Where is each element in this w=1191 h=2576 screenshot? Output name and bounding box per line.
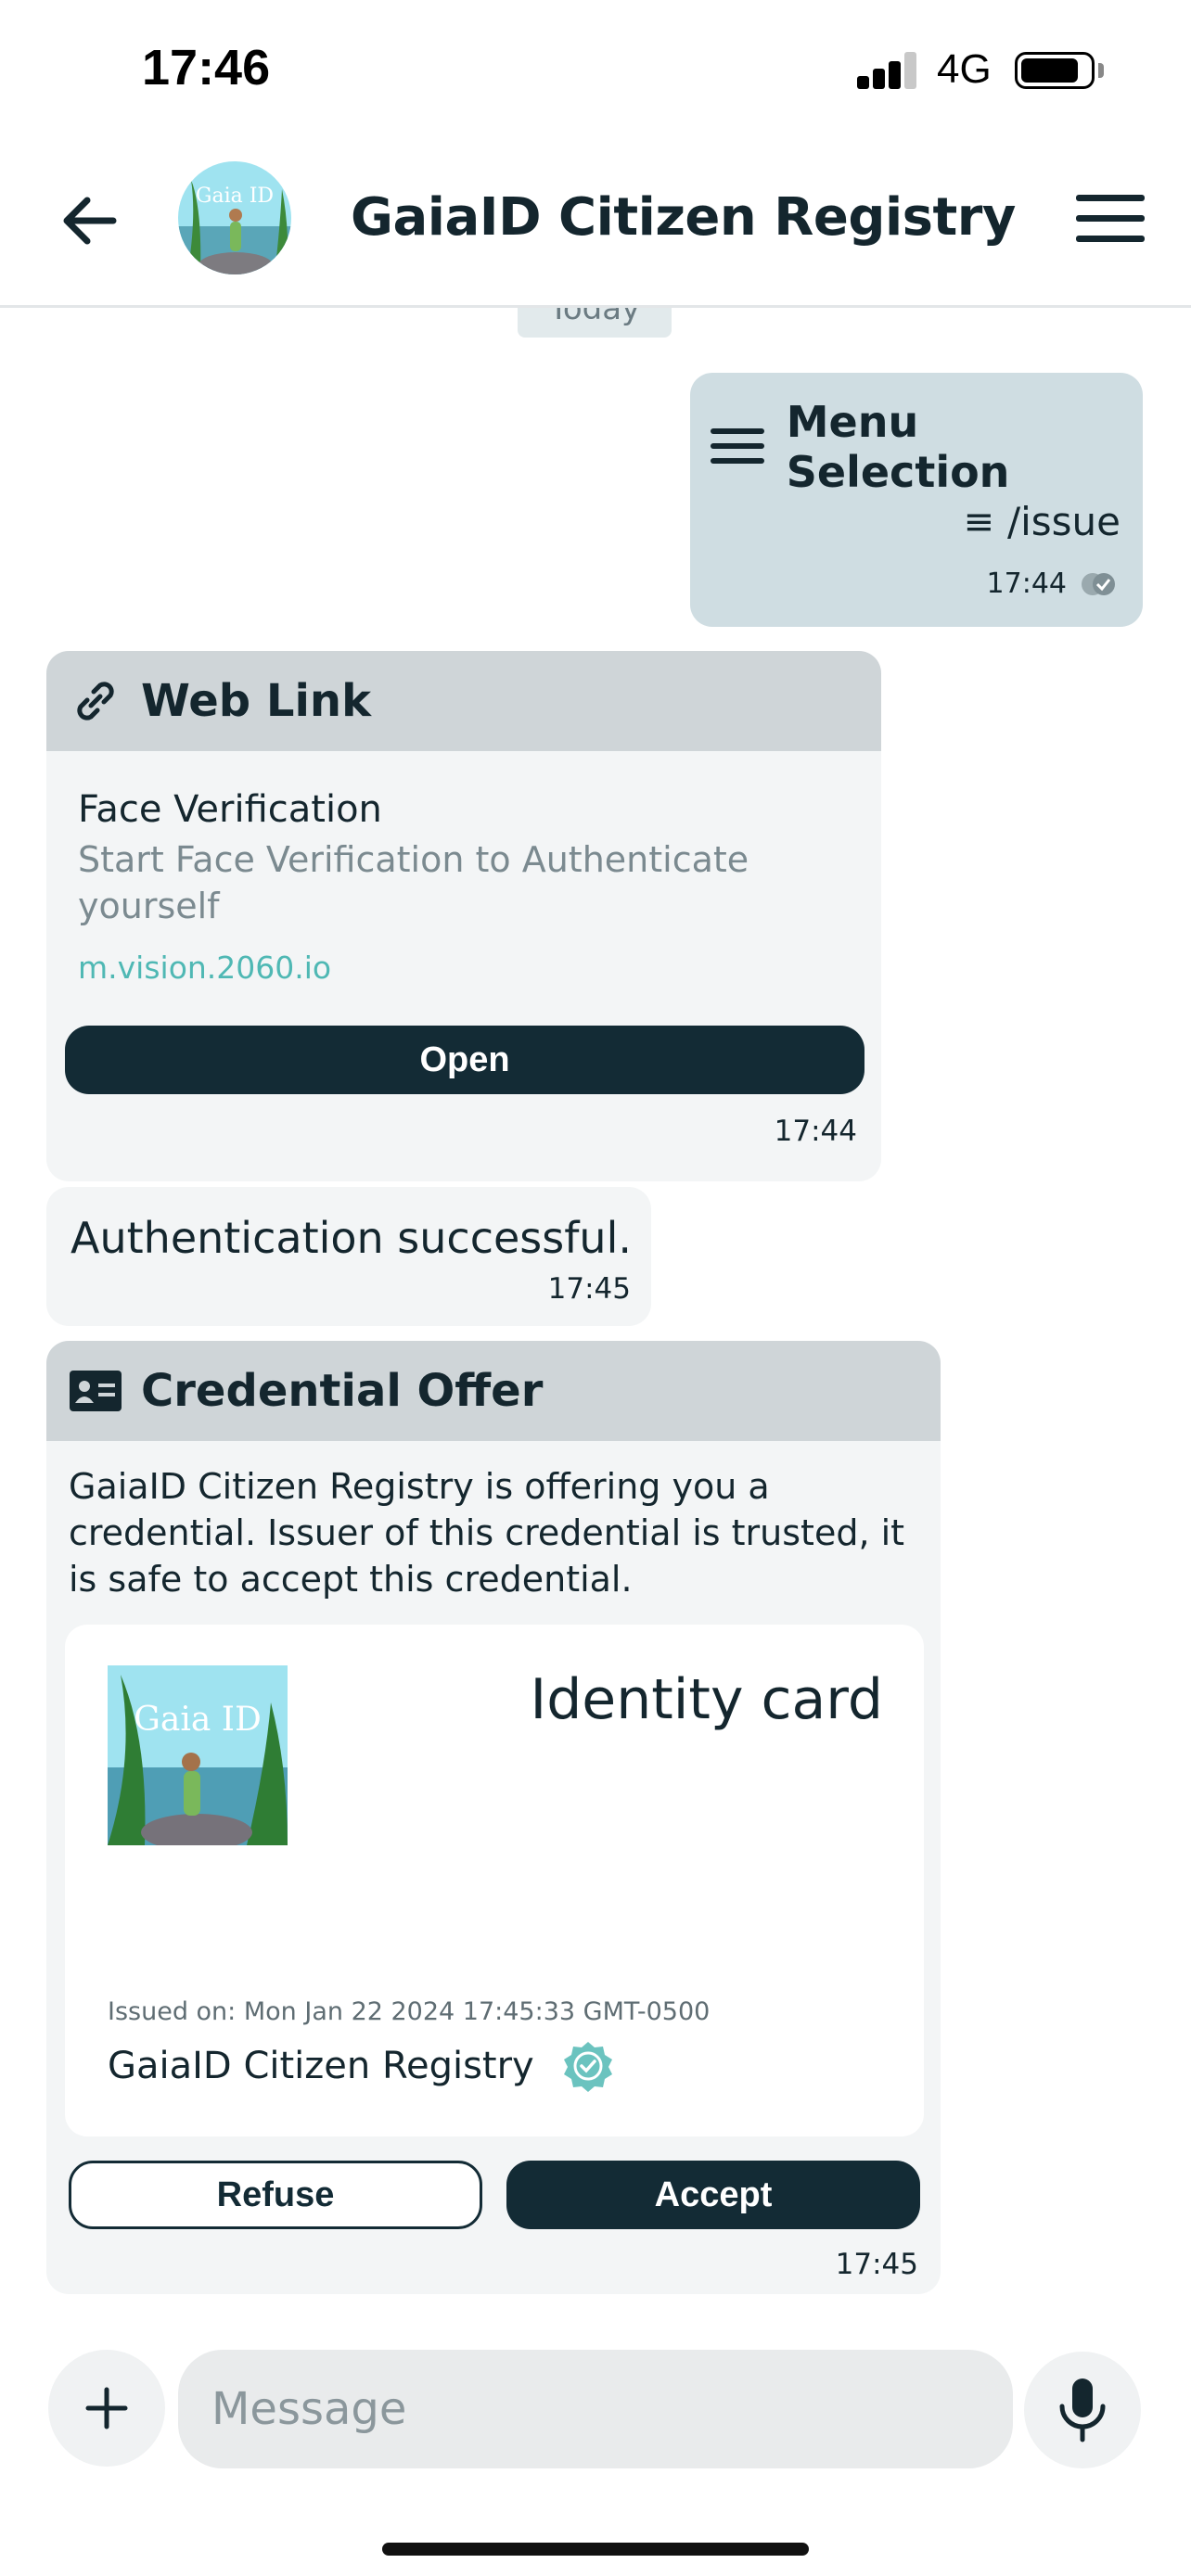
chat-title: GaiaID Citizen Registry: [351, 187, 1016, 248]
battery-cap: [1098, 63, 1104, 78]
menu-icon[interactable]: [1076, 195, 1145, 245]
status-bar: 17:46 4G: [0, 0, 1191, 139]
identity-card-title: Identity card: [530, 1667, 883, 1732]
credential-offer-text: GaiaID Citizen Registry is offering you …: [69, 1466, 905, 1600]
identity-card[interactable]: Gaia ID Identity card Issued on: Mon Jan…: [65, 1625, 924, 2136]
verified-badge-icon: [563, 2042, 612, 2092]
message-text: Authentication successful.: [70, 1213, 632, 1263]
issuer: GaiaID Citizen Registry: [108, 2040, 614, 2092]
text-message[interactable]: Authentication successful. 17:45: [46, 1187, 651, 1326]
credential-offer-header: Credential Offer: [46, 1341, 941, 1441]
accept-button[interactable]: Accept: [506, 2161, 920, 2229]
id-card-icon: [70, 1371, 122, 1411]
battery-icon: [1015, 52, 1095, 89]
menu-selection-title: Menu Selection: [786, 397, 1010, 497]
network-label: 4G: [937, 46, 992, 92]
refuse-button[interactable]: Refuse: [69, 2161, 482, 2229]
menu-icon-small: [711, 428, 764, 465]
weblink-header-title: Web Link: [141, 675, 371, 727]
weblink-header: Web Link: [46, 651, 881, 751]
menu-selection-head: Menu Selection: [711, 397, 1143, 497]
weblink-card: Web Link Face Verification Start Face Ve…: [46, 651, 881, 1181]
text-message-time: 17:45: [547, 1272, 631, 1306]
chat-header: Gaia ID GaiaID Citizen Registry: [0, 139, 1191, 308]
read-check-icon: [1082, 572, 1115, 595]
link-domain[interactable]: m.vision.2060.io: [78, 950, 331, 986]
message-time: 17:44: [986, 567, 1067, 600]
open-button[interactable]: Open: [65, 1026, 864, 1094]
avatar-text: Gaia ID: [196, 185, 274, 208]
message-meta: 17:44: [987, 567, 1121, 600]
home-indicator[interactable]: [382, 2543, 809, 2556]
chat-area[interactable]: Today Menu Selection ≡ /issue 17:44 Web …: [0, 308, 1191, 2339]
microphone-button[interactable]: [1024, 2352, 1141, 2468]
back-arrow-icon[interactable]: [56, 187, 122, 254]
status-time: 17:46: [142, 40, 271, 96]
command-text: /issue: [1006, 499, 1121, 544]
composer: [0, 2339, 1191, 2576]
command-line: ≡ /issue: [963, 499, 1121, 544]
credential-offer-time: 17:45: [835, 2248, 918, 2281]
attach-button[interactable]: [48, 2350, 165, 2467]
issuer-name: GaiaID Citizen Registry: [108, 2045, 534, 2087]
avatar[interactable]: Gaia ID: [178, 161, 291, 274]
link-icon: [77, 682, 114, 721]
credential-offer-title: Credential Offer: [141, 1365, 544, 1417]
credential-offer-card: Credential Offer GaiaID Citizen Registry…: [46, 1341, 941, 2294]
link-description: Start Face Verification to Authenticate …: [78, 839, 749, 926]
issued-on: Issued on: Mon Jan 22 2024 17:45:33 GMT-…: [108, 1997, 711, 2026]
microphone-icon: [1059, 2378, 1106, 2442]
day-chip: Today: [518, 308, 672, 338]
weblink-time: 17:44: [774, 1115, 857, 1148]
signal-icon: [857, 52, 918, 89]
message-input[interactable]: [178, 2350, 1013, 2468]
plus-icon: [85, 2387, 128, 2429]
identity-card-image-text: Gaia ID: [134, 1701, 262, 1739]
link-title: Face Verification: [78, 788, 382, 831]
outgoing-message[interactable]: Menu Selection ≡ /issue 17:44: [690, 373, 1143, 627]
list-icon: ≡: [963, 500, 994, 543]
identity-card-image: Gaia ID: [108, 1665, 288, 1845]
